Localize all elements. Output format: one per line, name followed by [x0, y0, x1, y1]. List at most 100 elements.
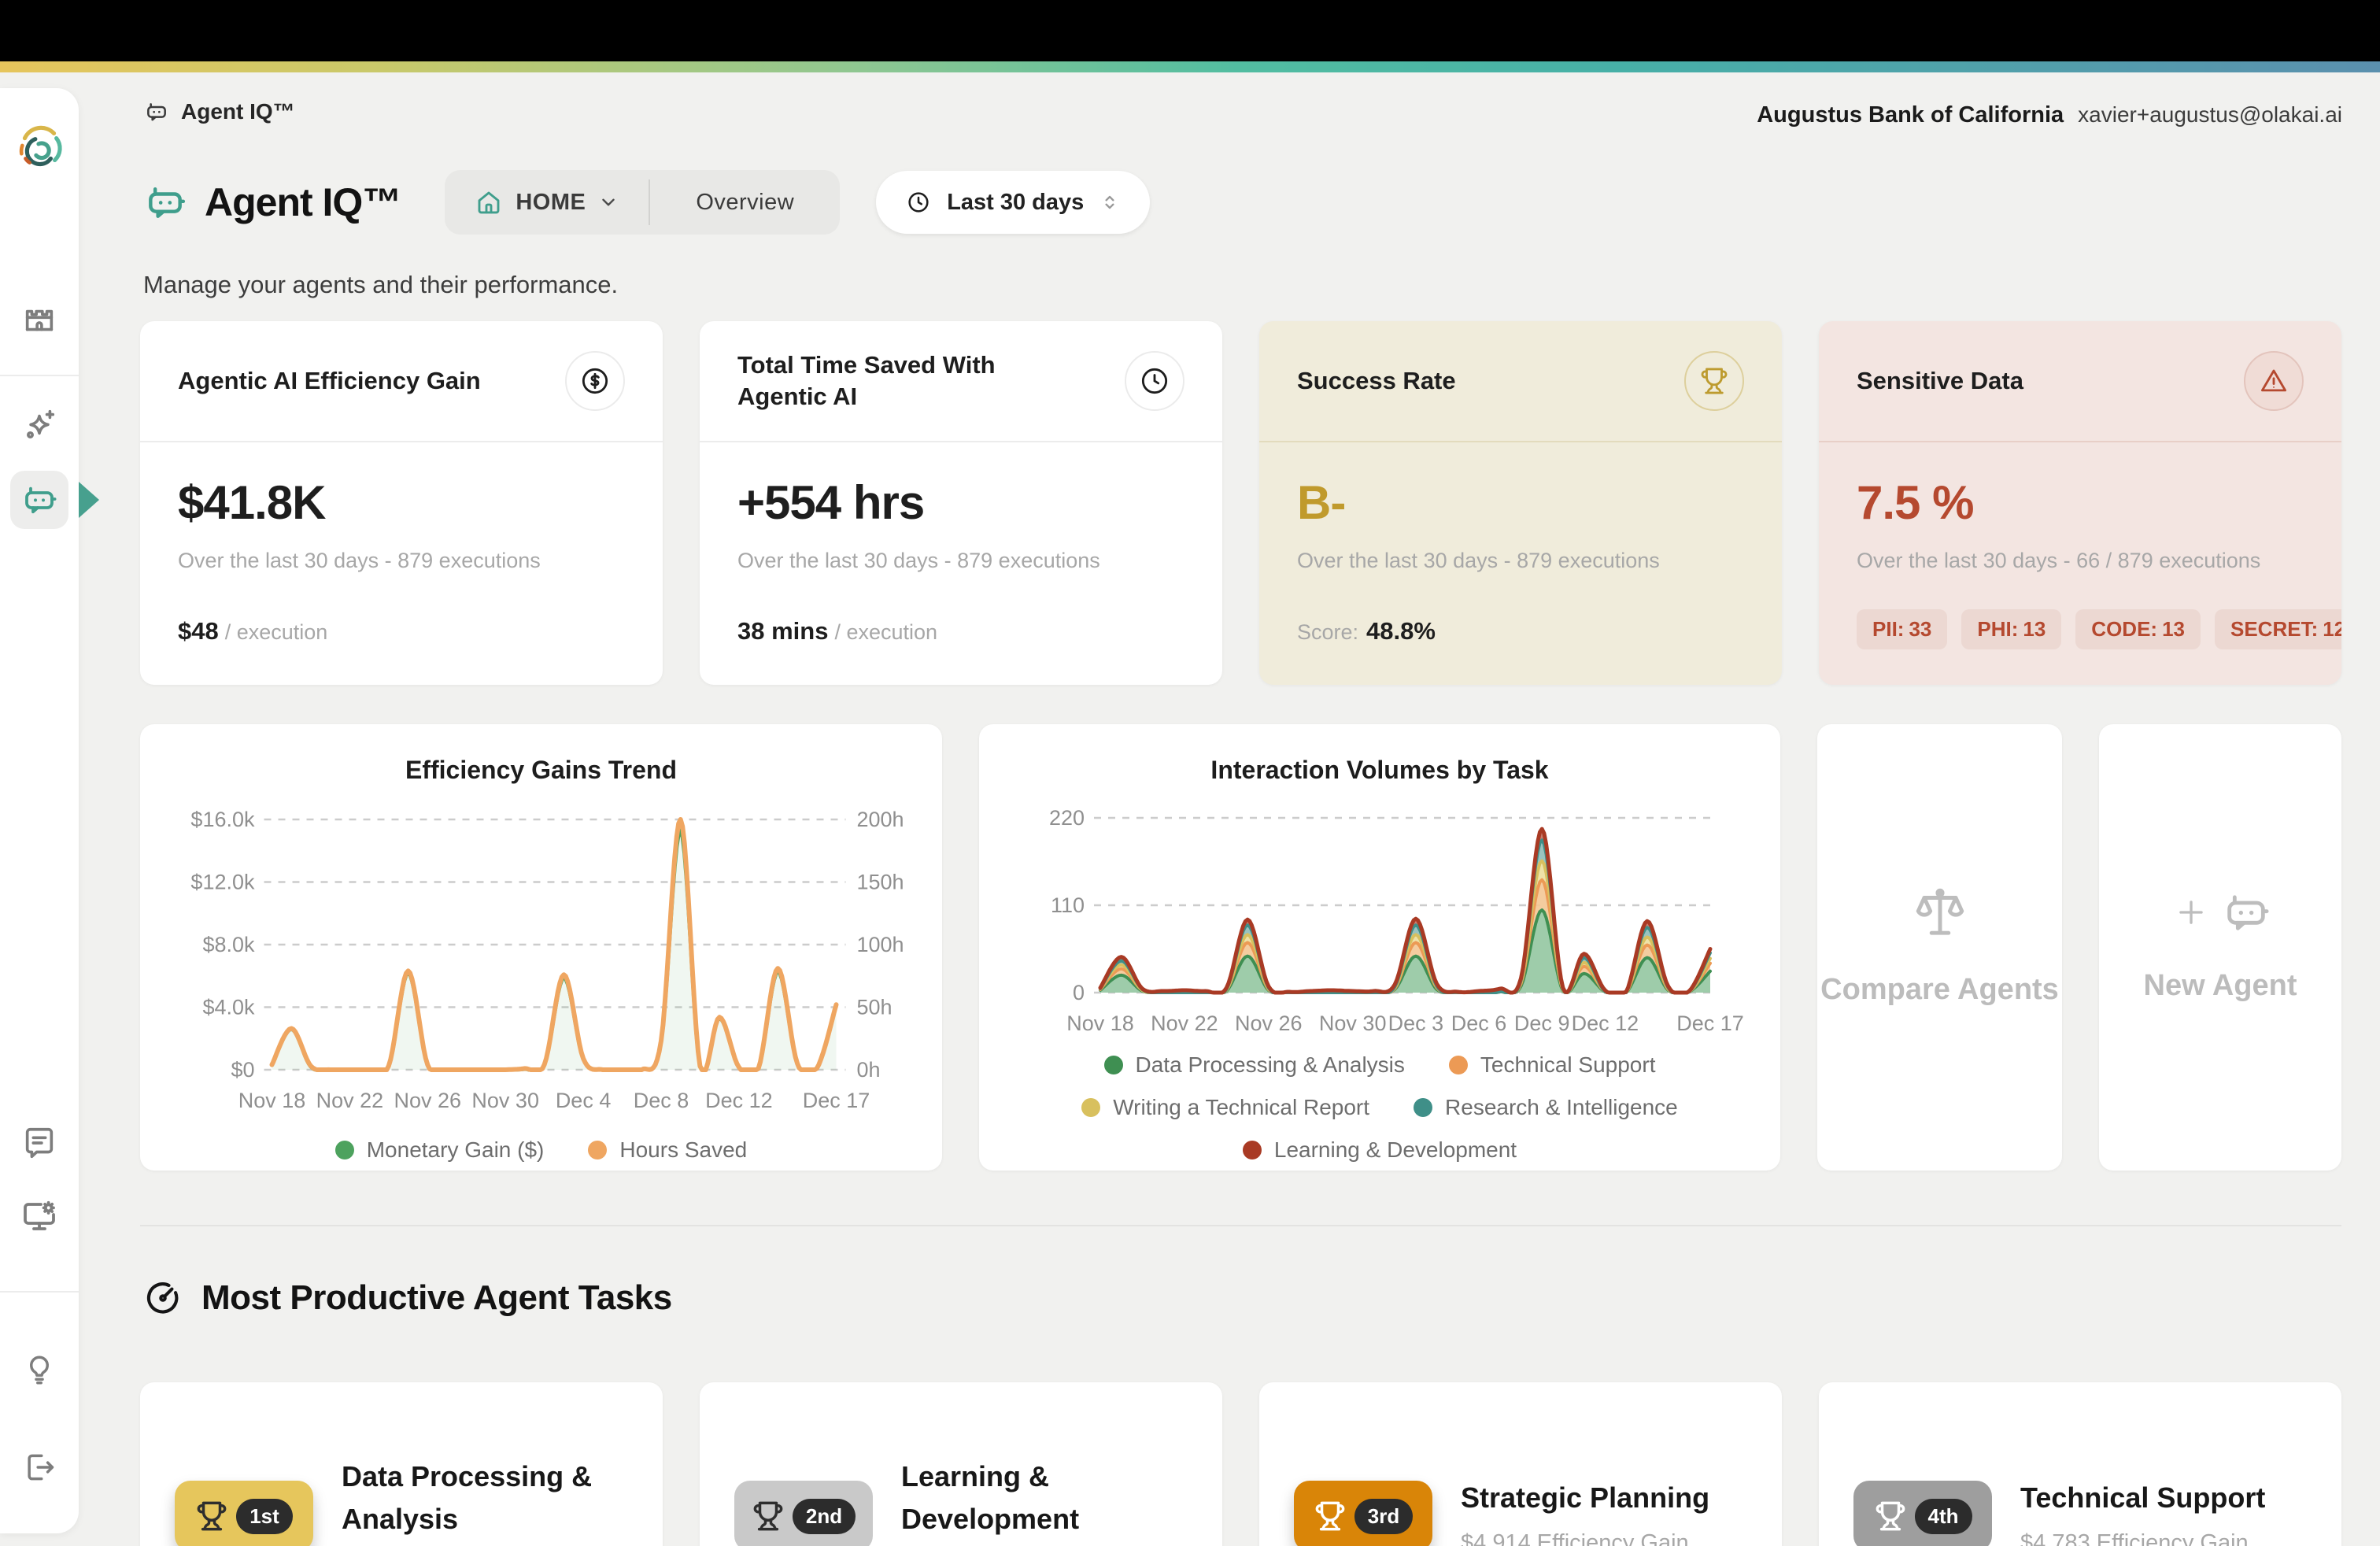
- svg-text:Nov 30: Nov 30: [471, 1089, 539, 1112]
- rank-label: 1st: [236, 1499, 293, 1534]
- svg-text:Nov 18: Nov 18: [1066, 1012, 1134, 1035]
- svg-text:150h: 150h: [857, 871, 904, 894]
- task-title: Learning & Development: [901, 1455, 1188, 1540]
- trophy-icon: [752, 1500, 785, 1533]
- svg-text:100h: 100h: [857, 933, 904, 956]
- svg-text:Dec 12: Dec 12: [705, 1089, 773, 1112]
- time-range-selector[interactable]: Last 30 days: [876, 171, 1150, 234]
- app-logo[interactable]: [0, 117, 79, 179]
- sidebar-item-agent-iq[interactable]: [0, 471, 79, 529]
- legend-item: Monetary Gain ($): [335, 1137, 545, 1163]
- new-agent-button[interactable]: New Agent: [2099, 724, 2341, 1171]
- rank-badge-3rd: 3rd: [1294, 1481, 1432, 1546]
- task-title: Technical Support: [2020, 1477, 2265, 1519]
- metric-value: 7.5 %: [1857, 475, 2304, 530]
- svg-text:220: 220: [1049, 806, 1085, 830]
- svg-text:Dec 17: Dec 17: [1676, 1012, 1744, 1035]
- metric-card-success-rate: Success Rate B- Over the last 30 days - …: [1259, 321, 1782, 685]
- per-execution-value: $48: [178, 617, 219, 645]
- new-agent-label: New Agent: [2144, 964, 2297, 1008]
- sidebar-divider: [0, 375, 79, 376]
- svg-text:Dec 17: Dec 17: [803, 1089, 870, 1112]
- page-subtitle: Manage your agents and their performance…: [143, 271, 618, 299]
- clock-icon: [1125, 351, 1184, 411]
- per-execution-label: / execution: [225, 620, 328, 644]
- svg-text:$0: $0: [231, 1058, 254, 1082]
- metric-subtitle: Over the last 30 days - 879 executions: [1297, 549, 1744, 573]
- tasks-section-heading: Most Productive Agent Tasks: [143, 1278, 672, 1318]
- sidebar-item-insights[interactable]: [0, 1337, 79, 1400]
- interaction-volumes-chart: 0110220Nov 18Nov 22Nov 26Nov 30Dec 3Dec …: [979, 790, 1780, 1041]
- sidebar-item-ai-tools[interactable]: [0, 394, 79, 457]
- svg-text:Nov 30: Nov 30: [1319, 1012, 1387, 1035]
- svg-text:Nov 26: Nov 26: [1235, 1012, 1303, 1035]
- castle-icon: [21, 304, 57, 340]
- svg-text:Dec 3: Dec 3: [1388, 1012, 1444, 1035]
- legend-dot: [1449, 1056, 1468, 1074]
- trophy-icon: [195, 1500, 228, 1533]
- chevron-down-icon: [598, 192, 619, 213]
- gauge-icon: [143, 1278, 183, 1318]
- score-label: Score:: [1297, 620, 1358, 644]
- task-card-1: 1st Data Processing & Analysis $9,101 Ef…: [140, 1382, 663, 1546]
- page-title: Agent IQ™: [205, 179, 401, 225]
- svg-text:Nov 22: Nov 22: [1151, 1012, 1218, 1035]
- svg-text:110: 110: [1051, 893, 1085, 917]
- metric-title: Total Time Saved With Agentic AI: [737, 350, 1068, 413]
- legend-item: Data Processing & Analysis: [1104, 1052, 1405, 1078]
- tab-overview[interactable]: Overview: [650, 170, 840, 235]
- interaction-volumes-chart-card: Interaction Volumes by Task 0110220Nov 1…: [979, 724, 1780, 1171]
- task-title: Data Processing & Analysis: [342, 1455, 628, 1540]
- sidebar: [0, 88, 79, 1533]
- sidebar-item-system-settings[interactable]: [0, 1184, 79, 1247]
- metric-value: $41.8K: [178, 475, 625, 530]
- warning-icon: [2244, 351, 2304, 411]
- view-switcher: HOME Overview: [445, 170, 840, 235]
- scales-icon: [1911, 883, 1969, 941]
- metric-value: B-: [1297, 475, 1744, 530]
- sidebar-item-logout[interactable]: [0, 1436, 79, 1499]
- task-title: Strategic Planning: [1461, 1477, 1709, 1519]
- task-gain: $4,914 Efficiency Gain: [1461, 1530, 1709, 1546]
- page-header: Agent IQ™ HOME Overview Last 30 days: [143, 170, 1150, 235]
- svg-text:$4.0k: $4.0k: [202, 996, 255, 1019]
- metric-title: Agentic AI Efficiency Gain: [178, 365, 481, 397]
- rank-label: 4th: [1915, 1499, 1972, 1534]
- chart-title: Interaction Volumes by Task: [979, 756, 1780, 785]
- logout-icon: [22, 1450, 57, 1485]
- legend-dot: [1414, 1098, 1432, 1117]
- chart-legend: Data Processing & AnalysisTechnical Supp…: [1081, 1052, 1679, 1163]
- svg-text:Dec 12: Dec 12: [1572, 1012, 1639, 1035]
- legend-item: Research & Intelligence: [1414, 1095, 1678, 1120]
- svg-text:$16.0k: $16.0k: [190, 808, 255, 831]
- swirl-logo-icon: [13, 122, 65, 174]
- badge-secret: SECRET:12: [2215, 609, 2341, 649]
- per-execution-label: / execution: [834, 620, 937, 644]
- sparkles-icon: [21, 407, 57, 443]
- home-dropdown[interactable]: HOME: [445, 170, 649, 235]
- chevrons-up-down-icon: [1099, 192, 1120, 213]
- badge-pii: PII:33: [1857, 609, 1947, 649]
- rank-label: 2nd: [793, 1499, 856, 1534]
- section-divider: [140, 1225, 2341, 1226]
- metric-value: +554 hrs: [737, 475, 1184, 530]
- metric-card-efficiency-gain: Agentic AI Efficiency Gain $41.8K Over t…: [140, 321, 663, 685]
- legend-dot: [335, 1141, 354, 1160]
- legend-dot: [1104, 1056, 1123, 1074]
- legend-item: Writing a Technical Report: [1081, 1095, 1369, 1120]
- metric-title: Success Rate: [1297, 365, 1456, 397]
- breadcrumb: Agent IQ™: [144, 99, 295, 124]
- rank-badge-2nd: 2nd: [734, 1481, 873, 1546]
- metric-subtitle: Over the last 30 days - 879 executions: [737, 549, 1184, 573]
- sidebar-item-conversations[interactable]: [0, 1111, 79, 1174]
- per-execution-value: 38 mins: [737, 617, 828, 645]
- home-label: HOME: [516, 190, 586, 216]
- home-icon: [475, 188, 503, 216]
- chart-legend: Monetary Gain ($)Hours Saved: [140, 1137, 942, 1163]
- sidebar-item-organization[interactable]: [0, 290, 79, 353]
- compare-agents-label: Compare Agents: [1820, 968, 2059, 1012]
- account-info[interactable]: Augustus Bank of California xavier+augus…: [1757, 102, 2342, 128]
- metric-cards: Agentic AI Efficiency Gain $41.8K Over t…: [140, 321, 2341, 685]
- compare-agents-button[interactable]: Compare Agents: [1817, 724, 2062, 1171]
- trophy-icon: [1874, 1500, 1907, 1533]
